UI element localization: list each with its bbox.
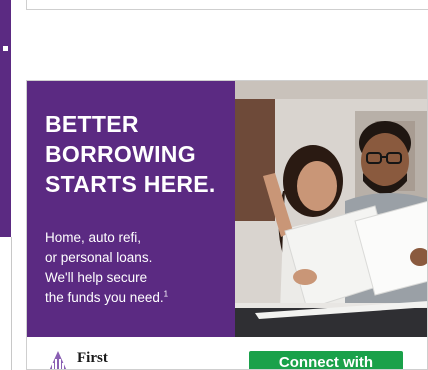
ad-copy-panel: BETTER BORROWING STARTS HERE. Home, auto…	[27, 81, 235, 337]
ad-footer: First Connect with	[27, 337, 427, 369]
couple-reviewing-papers-photo	[235, 81, 427, 337]
loan-advertisement[interactable]: BETTER BORROWING STARTS HERE. Home, auto…	[26, 80, 428, 370]
body-line: We'll help secure	[45, 270, 148, 285]
ad-body-copy: Home, auto refi, or personal loans. We'l…	[45, 228, 233, 308]
brand-logo: First	[47, 349, 108, 369]
headline-line: STARTS HERE.	[45, 171, 216, 197]
card-border	[11, 237, 12, 370]
body-line: the funds you need.1	[45, 289, 169, 305]
brand-name: First	[77, 350, 108, 366]
previous-card-edge	[26, 0, 428, 10]
footnote-marker: 1	[163, 289, 169, 299]
headline-line: BETTER	[45, 111, 139, 137]
body-line: or personal loans.	[45, 250, 153, 265]
body-line: Home, auto refi,	[45, 230, 142, 245]
bank-logo-icon	[49, 351, 67, 369]
headline-line: BORROWING	[45, 141, 196, 167]
bullet-mark	[3, 46, 8, 51]
connect-button[interactable]: Connect with	[249, 351, 403, 369]
ad-headline: BETTER BORROWING STARTS HERE.	[45, 109, 231, 199]
previous-ad-edge	[0, 0, 11, 237]
